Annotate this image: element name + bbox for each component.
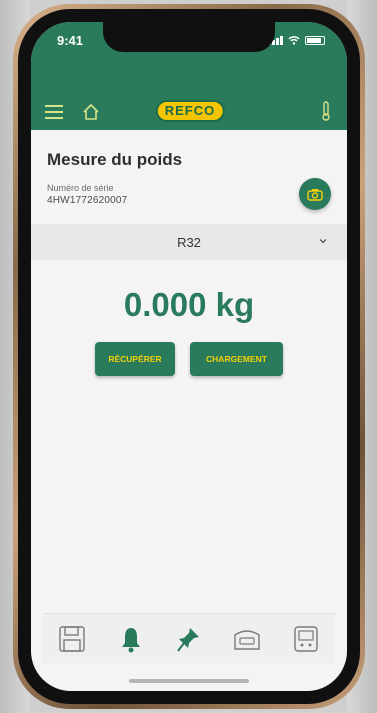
pin-icon <box>177 627 199 652</box>
weight-display: 0.000 kg <box>123 286 255 323</box>
camera-icon <box>307 188 323 201</box>
serial-label: Numéro de série <box>47 182 114 193</box>
serial-block: Numéro de série 4HW1772620007 <box>47 183 127 206</box>
recover-button[interactable]: RÉCUPÉRER <box>95 342 175 376</box>
status-time: 9:41 <box>57 32 84 48</box>
serial-row: Numéro de série 4HW1772620007 <box>47 178 331 210</box>
bell-icon <box>121 627 140 652</box>
menu-icon[interactable] <box>45 105 63 119</box>
nav-device[interactable] <box>289 622 323 656</box>
nav-scale[interactable] <box>230 622 264 656</box>
device-icon <box>294 625 318 652</box>
nav-alerts[interactable] <box>114 622 148 656</box>
floppy-disk-icon <box>59 625 85 652</box>
home-icon[interactable] <box>81 102 101 122</box>
charge-button[interactable]: CHARGEMENT <box>190 342 283 376</box>
main-content: Mesure du poids Numéro de série 4HW17726… <box>31 130 347 376</box>
nav-save[interactable] <box>55 622 89 656</box>
app-screen: 9:41 REFCO Mesure du poids Numéro de sér… <box>31 22 347 691</box>
phone-bezel: 9:41 REFCO Mesure du poids Numéro de sér… <box>18 9 360 704</box>
action-buttons: RÉCUPÉRER CHARGEMENT <box>47 342 331 376</box>
thermometer-icon[interactable] <box>319 100 333 122</box>
home-indicator[interactable] <box>129 679 249 683</box>
phone-frame: 9:41 REFCO Mesure du poids Numéro de sér… <box>13 4 365 709</box>
battery-icon <box>305 35 325 45</box>
app-bar: REFCO <box>45 100 335 124</box>
scale-icon <box>234 629 261 650</box>
notch <box>103 22 275 52</box>
refrigerant-select[interactable]: R32 <box>31 224 347 260</box>
chevron-down-icon <box>319 239 327 244</box>
wifi-icon <box>288 36 300 45</box>
camera-button[interactable] <box>299 178 331 210</box>
status-icons <box>268 35 325 45</box>
bottom-nav <box>43 613 335 663</box>
refrigerant-select-value: R32 <box>177 234 201 250</box>
page-title: Mesure du poids <box>47 150 183 169</box>
serial-value: 4HW1772620007 <box>47 194 128 206</box>
refco-logo: REFCO <box>155 100 225 122</box>
nav-location[interactable] <box>172 622 206 656</box>
